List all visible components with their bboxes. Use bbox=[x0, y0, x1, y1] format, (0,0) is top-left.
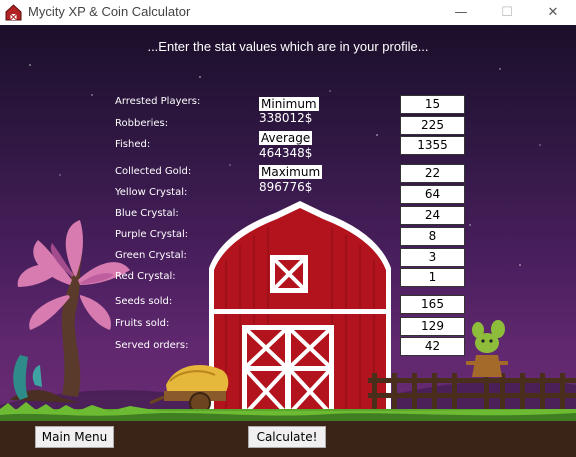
pink-tree bbox=[10, 220, 130, 403]
barn-app-icon bbox=[5, 4, 22, 21]
collected-gold-input[interactable]: 22 bbox=[400, 164, 465, 183]
label-fished: Fished: bbox=[115, 139, 151, 150]
label-collected-gold: Collected Gold: bbox=[115, 166, 192, 177]
farm-background bbox=[0, 64, 576, 457]
label-arrested-players: Arrested Players: bbox=[115, 96, 201, 107]
red-crystal-input[interactable]: 1 bbox=[400, 268, 465, 287]
maximum-label: Maximum bbox=[259, 165, 323, 179]
yellow-crystal-input[interactable]: 64 bbox=[400, 185, 465, 204]
main-menu-button[interactable]: Main Menu bbox=[35, 426, 114, 448]
seeds-sold-input[interactable]: 165 bbox=[400, 295, 465, 314]
red-barn bbox=[209, 201, 391, 414]
purple-crystal-input[interactable]: 8 bbox=[400, 227, 465, 246]
average-value: 464348$ bbox=[259, 146, 313, 160]
minimize-button[interactable]: — bbox=[438, 0, 484, 25]
label-red-crystal: Red Crystal: bbox=[115, 271, 176, 282]
window-title: Mycity XP & Coin Calculator bbox=[28, 4, 191, 19]
maximize-button[interactable]: ☐ bbox=[484, 0, 530, 25]
arrested-players-input[interactable]: 15 bbox=[400, 95, 465, 114]
minimum-value: 338012$ bbox=[259, 111, 313, 125]
average-label: Average bbox=[259, 131, 313, 145]
label-yellow-crystal: Yellow Crystal: bbox=[115, 187, 188, 198]
instruction-header: ...Enter the stat values which are in yo… bbox=[147, 39, 429, 54]
blue-crystal-input[interactable]: 24 bbox=[400, 206, 465, 225]
label-fruits-sold: Fruits sold: bbox=[115, 318, 170, 329]
maximum-value: 896776$ bbox=[259, 180, 313, 194]
close-button[interactable]: ✕ bbox=[530, 0, 576, 25]
label-blue-crystal: Blue Crystal: bbox=[115, 208, 179, 219]
label-robberies: Robberies: bbox=[115, 118, 169, 129]
title-bar: Mycity XP & Coin Calculator — ☐ ✕ bbox=[0, 0, 576, 25]
fruits-sold-input[interactable]: 129 bbox=[400, 317, 465, 336]
minimum-label: Minimum bbox=[259, 97, 319, 111]
calculator-panel: ...Enter the stat values which are in yo… bbox=[0, 25, 576, 457]
green-crystal-input[interactable]: 3 bbox=[400, 248, 465, 267]
served-orders-input[interactable]: 42 bbox=[400, 337, 465, 356]
robberies-input[interactable]: 225 bbox=[400, 116, 465, 135]
label-purple-crystal: Purple Crystal: bbox=[115, 229, 189, 240]
fished-input[interactable]: 1355 bbox=[400, 136, 465, 155]
label-green-crystal: Green Crystal: bbox=[115, 250, 187, 261]
label-served-orders: Served orders: bbox=[115, 340, 189, 351]
calculate-button[interactable]: Calculate! bbox=[248, 426, 326, 448]
label-seeds-sold: Seeds sold: bbox=[115, 296, 173, 307]
